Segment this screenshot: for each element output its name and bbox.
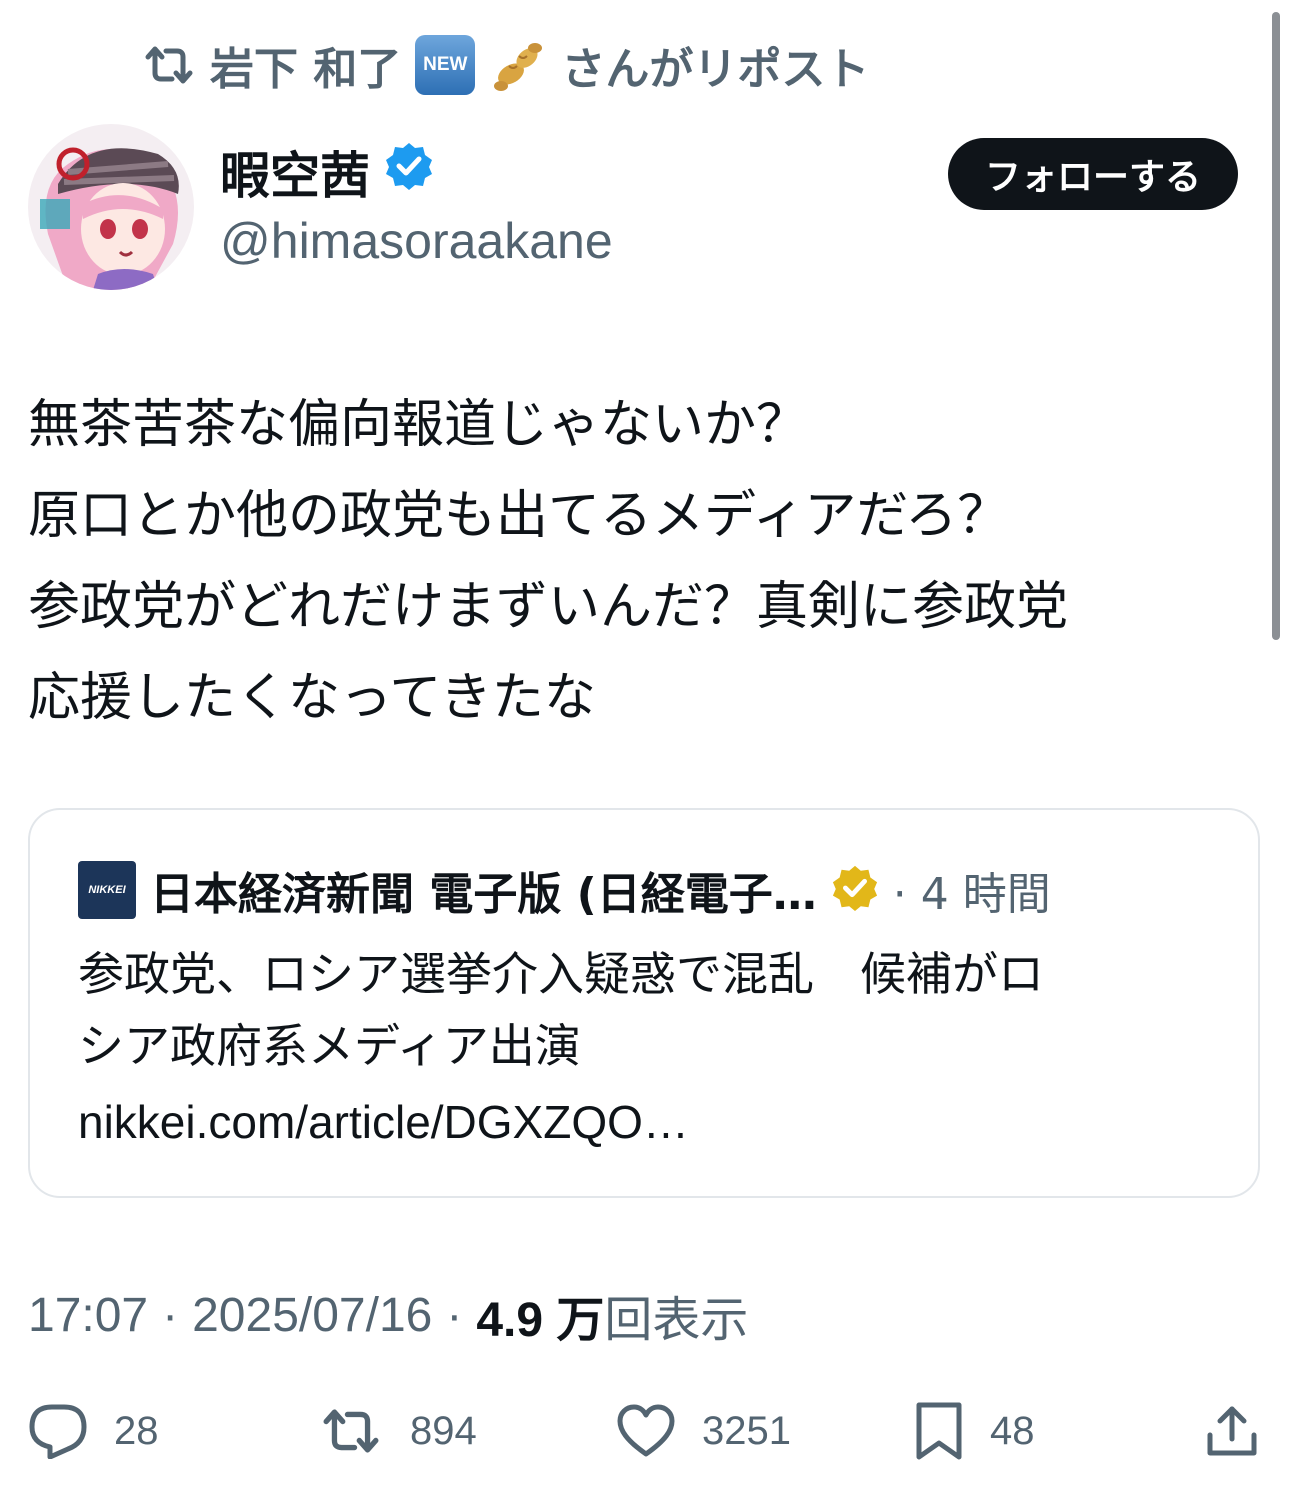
bookmark-count: 48 [990, 1408, 1035, 1453]
follow-button[interactable]: フォローする [948, 138, 1238, 210]
share-button[interactable] [1204, 1396, 1260, 1466]
quote-source-name[interactable]: 日本経済新聞 電子版 (日経電子… [150, 858, 817, 922]
repost-icon [142, 43, 196, 87]
views-number: 4.9 万 [476, 1294, 605, 1347]
quote-time: · 4 時間 [892, 869, 1051, 920]
like-button[interactable]: 3251 [616, 1396, 791, 1466]
reply-button[interactable]: 28 [28, 1396, 159, 1466]
quote-link[interactable]: nikkei.com/article/DGXZQO… [78, 1086, 689, 1158]
repost-button[interactable]: 894 [318, 1396, 477, 1466]
quote-text-line: 参政党、ロシア選挙介入疑惑で混乱 候補がロ [78, 947, 1044, 1001]
reply-icon [28, 1403, 88, 1459]
meta-separator: · [446, 1288, 463, 1342]
tweet-text: 無茶苦茶な偏向報道じゃないか？ 原口とか他の政党も出てるメディアだろ？ 参政党が… [28, 380, 1238, 744]
quoted-tweet-card[interactable]: NIKKEI 日本経済新聞 電子版 (日経電子… · 4 時間 参政党、ロシア選… [28, 808, 1260, 1198]
repost-indicator[interactable]: 岩下 和了 NEW さんがリポスト [142, 34, 869, 96]
nikkei-logo-icon: NIKKEI [78, 861, 136, 919]
quote-text-line: シア政府系メディア出演 [78, 1019, 581, 1073]
tweet-line: 参政党がどれだけまずいんだ？真剣に参政党 [28, 577, 1069, 637]
tweet-line: 応援したくなってきたな [28, 668, 596, 728]
tweet-meta: 17:07 · 2025/07/16 · 4.9 万回表示 [28, 1280, 748, 1350]
avatar[interactable] [28, 124, 194, 290]
tweet-time: 17:07 [28, 1288, 149, 1342]
verified-badge-icon [384, 141, 434, 203]
reposter-name[interactable]: 岩下 和了 [210, 33, 401, 97]
scrollbar[interactable] [1272, 12, 1280, 640]
gold-verified-badge-icon [831, 864, 879, 916]
quote-header: NIKKEI 日本経済新聞 電子版 (日経電子… · 4 時間 [78, 858, 1051, 922]
repost-icon [318, 1405, 384, 1457]
views-label: 回表示 [604, 1294, 749, 1347]
bookmark-button[interactable]: 48 [914, 1396, 1035, 1466]
new-emoji-badge: NEW [415, 35, 476, 95]
author-handle[interactable]: @himasoraakane [220, 212, 613, 270]
reply-count: 28 [114, 1408, 159, 1453]
like-count: 3251 [702, 1408, 791, 1453]
repost-suffix: さんがリポスト [561, 44, 870, 95]
author-display-name[interactable]: 暇空茜 [220, 140, 434, 205]
author-name-text[interactable]: 暇空茜 [220, 136, 370, 208]
tweet-line: 無茶苦茶な偏向報道じゃないか？ [28, 395, 809, 455]
bookmark-icon [914, 1401, 964, 1461]
action-bar: 28 894 3251 48 [0, 1396, 1290, 1466]
views-count[interactable]: 4.9 万回表示 [476, 1280, 748, 1350]
tweet-line: 原口とか他の政党も出てるメディアだろ？ [28, 486, 1010, 546]
meta-separator: · [162, 1288, 179, 1342]
share-icon [1204, 1403, 1260, 1459]
tweet-date: 2025/07/16 [192, 1288, 433, 1342]
heart-icon [616, 1404, 676, 1458]
ginger-emoji-icon [489, 36, 547, 94]
quote-text: 参政党、ロシア選挙介入疑惑で混乱 候補がロ シア政府系メディア出演 [78, 938, 1218, 1082]
repost-count: 894 [410, 1408, 477, 1453]
